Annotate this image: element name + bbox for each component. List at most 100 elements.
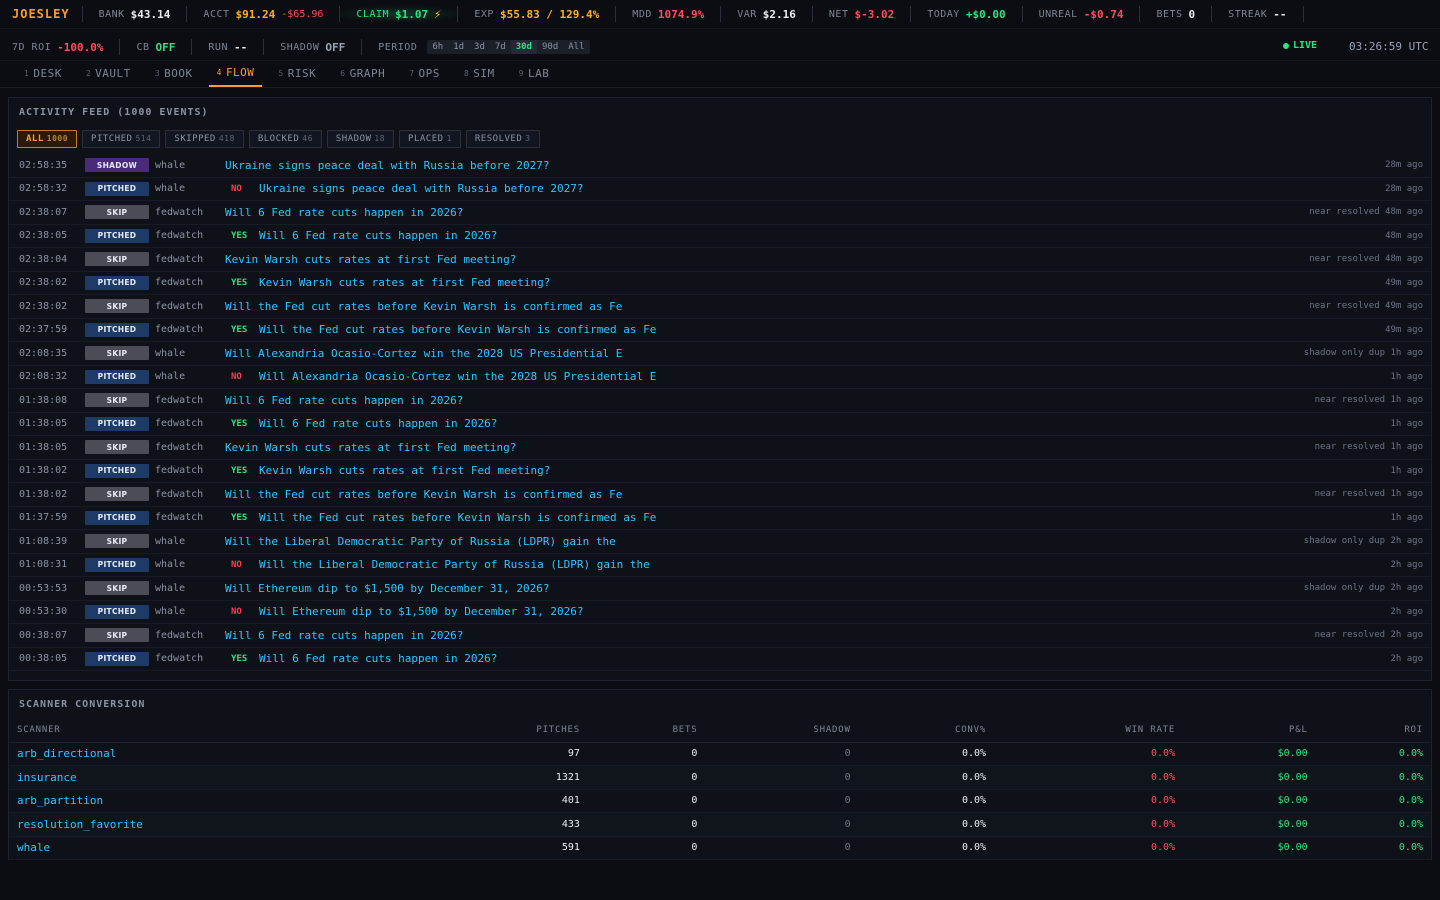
- period-1d-button[interactable]: 1d: [448, 40, 469, 54]
- event-market-link[interactable]: Will Alexandria Ocasio-Cortez win the 20…: [259, 370, 656, 383]
- stat-label: EXP: [474, 8, 494, 20]
- event-market-link[interactable]: Will Alexandria Ocasio-Cortez win the 20…: [225, 347, 622, 360]
- stat-unreal: UNREAL -$0.74: [1021, 6, 1140, 22]
- tab-desk[interactable]: 1 DESK: [16, 60, 70, 87]
- column-header[interactable]: PITCHES: [416, 718, 588, 743]
- event-market-link[interactable]: Will 6 Fed rate cuts happen in 2026?: [259, 652, 497, 665]
- filter-blocked-button[interactable]: BLOCKED 46: [248, 130, 322, 148]
- event-side: YES: [231, 465, 248, 476]
- event-market-link[interactable]: Will the Fed cut rates before Kevin Wars…: [259, 511, 656, 524]
- scanner-name[interactable]: arb_directional: [9, 742, 417, 766]
- event-row[interactable]: 02:38:05 PITCHED fedwatch YES Will 6 Fed rat…: [9, 225, 1431, 248]
- event-row[interactable]: 02:38:02 SKIP fedwatch Will the Fed cut rat…: [9, 295, 1431, 319]
- period-30d-button[interactable]: 30d: [510, 40, 537, 54]
- event-market-link[interactable]: Will the Fed cut rates before Kevin Wars…: [225, 488, 622, 501]
- column-header[interactable]: SCANNER: [9, 718, 417, 743]
- filter-all-button[interactable]: ALL 1000: [17, 130, 78, 148]
- scanner-name[interactable]: resolution_favorite: [9, 812, 417, 837]
- event-row[interactable]: 02:37:59 PITCHED fedwatch YES Will the Fed c…: [9, 319, 1431, 342]
- period-7d-button[interactable]: 7d: [490, 40, 511, 54]
- table-row[interactable]: whale 591 0 0 0.0% 0.0% $0.00 0.0%: [9, 836, 1431, 860]
- event-row[interactable]: 02:38:02 PITCHED fedwatch YES Kevin Warsh cu…: [9, 272, 1431, 295]
- event-row[interactable]: 00:53:30 PITCHED whale NO Will Ethereum dip …: [9, 601, 1431, 624]
- table-row[interactable]: arb_directional 97 0 0 0.0% 0.0% $0.00 0.0%: [9, 742, 1431, 766]
- event-market-link[interactable]: Ukraine signs peace deal with Russia bef…: [225, 159, 550, 172]
- event-row[interactable]: 01:08:39 SKIP whale Will the Liberal Democr…: [9, 530, 1431, 554]
- tab-sim[interactable]: 8 SIM: [456, 60, 503, 87]
- cb-stat[interactable]: CB OFF: [119, 39, 191, 55]
- event-status-badge: SKIP: [85, 628, 149, 643]
- event-market-link[interactable]: Will Ethereum dip to $1,500 by December …: [259, 605, 584, 618]
- period-90d-button[interactable]: 90d: [537, 40, 563, 54]
- shadow-stat[interactable]: SHADOW OFF: [263, 39, 361, 55]
- event-source: fedwatch: [155, 629, 204, 641]
- scanner-name[interactable]: whale: [9, 836, 417, 860]
- event-market-link[interactable]: Will the Liberal Democratic Party of Rus…: [225, 535, 616, 548]
- event-market-link[interactable]: Will 6 Fed rate cuts happen in 2026?: [259, 229, 497, 242]
- event-row[interactable]: 01:38:08 SKIP fedwatch Will 6 Fed rate cuts…: [9, 389, 1431, 413]
- column-header[interactable]: CONV%: [858, 718, 995, 743]
- event-row[interactable]: 01:38:02 PITCHED fedwatch YES Kevin Warsh cu…: [9, 460, 1431, 483]
- event-market-link[interactable]: Will 6 Fed rate cuts happen in 2026?: [225, 629, 463, 642]
- column-header[interactable]: BETS: [587, 718, 706, 743]
- event-row[interactable]: 00:38:07 SKIP fedwatch Will 6 Fed rate cuts…: [9, 624, 1431, 648]
- table-cell: 0.0%: [1315, 836, 1431, 860]
- event-row[interactable]: 02:08:35 SKIP whale Will Alexandria Ocasio-…: [9, 342, 1431, 366]
- tab-lab[interactable]: 9 LAB: [511, 60, 558, 87]
- event-row[interactable]: 02:58:35 SHADOW whale Ukraine signs peace d…: [9, 154, 1431, 178]
- tab-vault[interactable]: 2 VAULT: [78, 60, 139, 87]
- column-header[interactable]: P&L: [1183, 718, 1316, 743]
- event-market-link[interactable]: Will 6 Fed rate cuts happen in 2026?: [259, 417, 497, 430]
- event-row[interactable]: 02:58:32 PITCHED whale NO Ukraine signs peac…: [9, 178, 1431, 201]
- event-market-link[interactable]: Kevin Warsh cuts rates at first Fed meet…: [225, 253, 516, 266]
- event-row[interactable]: 01:38:02 SKIP fedwatch Will the Fed cut rat…: [9, 483, 1431, 507]
- filter-resolved-button[interactable]: RESOLVED 3: [465, 130, 540, 148]
- period-6h-button[interactable]: 6h: [427, 40, 448, 54]
- table-cell: 0.0%: [994, 836, 1184, 860]
- table-row[interactable]: arb_partition 401 0 0 0.0% 0.0% $0.00 0.0%: [9, 789, 1431, 813]
- scanner-name[interactable]: arb_partition: [9, 789, 417, 813]
- column-header[interactable]: ROI: [1315, 718, 1431, 743]
- event-market-link[interactable]: Will the Fed cut rates before Kevin Wars…: [259, 323, 656, 336]
- filter-skipped-button[interactable]: SKIPPED 418: [165, 130, 244, 148]
- event-market-link[interactable]: Will 6 Fed rate cuts happen in 2026?: [225, 206, 463, 219]
- event-market-link[interactable]: Kevin Warsh cuts rates at first Fed meet…: [259, 464, 550, 477]
- event-row[interactable]: 02:08:32 PITCHED whale NO Will Alexandria Oc…: [9, 366, 1431, 389]
- table-cell: 0: [705, 789, 859, 813]
- event-market-link[interactable]: Kevin Warsh cuts rates at first Fed meet…: [259, 276, 550, 289]
- period-all-button[interactable]: All: [563, 40, 589, 54]
- filter-shadow-button[interactable]: SHADOW 18: [326, 130, 395, 148]
- event-row[interactable]: 02:38:07 SKIP fedwatch Will 6 Fed rate cuts…: [9, 201, 1431, 225]
- event-market-link[interactable]: Ukraine signs peace deal with Russia bef…: [259, 182, 584, 195]
- column-header[interactable]: WIN RATE: [994, 718, 1184, 743]
- event-row[interactable]: 00:38:05 PITCHED fedwatch YES Will 6 Fed rat…: [9, 648, 1431, 671]
- event-row[interactable]: 02:38:04 SKIP fedwatch Kevin Warsh cuts rat…: [9, 248, 1431, 272]
- tab-risk[interactable]: 5 RISK: [270, 60, 324, 87]
- event-row[interactable]: 01:08:31 PITCHED whale NO Will the Liberal D…: [9, 554, 1431, 577]
- tab-graph[interactable]: 6 GRAPH: [332, 60, 393, 87]
- event-market-link[interactable]: Kevin Warsh cuts rates at first Fed meet…: [225, 441, 516, 454]
- filter-placed-button[interactable]: PLACED 1: [399, 130, 461, 148]
- event-row[interactable]: 01:37:59 PITCHED fedwatch YES Will the Fed c…: [9, 507, 1431, 530]
- tab-ops[interactable]: 7 OPS: [401, 60, 448, 87]
- event-market-link[interactable]: Will Ethereum dip to $1,500 by December …: [225, 582, 550, 595]
- event-row[interactable]: 01:38:05 PITCHED fedwatch YES Will 6 Fed rat…: [9, 413, 1431, 436]
- tab-hotkey: 9: [518, 69, 524, 78]
- cb-value[interactable]: OFF: [156, 41, 176, 54]
- table-row[interactable]: insurance 1321 0 0 0.0% 0.0% $0.00 0.0%: [9, 765, 1431, 790]
- event-status-badge: SKIP: [85, 346, 149, 361]
- event-market-link[interactable]: Will the Liberal Democratic Party of Rus…: [259, 558, 650, 571]
- lightning-icon[interactable]: ⚡: [434, 7, 441, 21]
- shadow-value[interactable]: OFF: [325, 41, 345, 54]
- period-3d-button[interactable]: 3d: [469, 40, 490, 54]
- event-market-link[interactable]: Will 6 Fed rate cuts happen in 2026?: [225, 394, 463, 407]
- event-row[interactable]: 01:38:05 SKIP fedwatch Kevin Warsh cuts rat…: [9, 436, 1431, 460]
- event-market-link[interactable]: Will the Fed cut rates before Kevin Wars…: [225, 300, 622, 313]
- tab-book[interactable]: 3 BOOK: [147, 60, 201, 87]
- column-header[interactable]: SHADOW: [705, 718, 859, 743]
- scanner-name[interactable]: insurance: [9, 765, 417, 790]
- event-row[interactable]: 00:53:53 SKIP whale Will Ethereum dip to $1…: [9, 577, 1431, 601]
- tab-flow[interactable]: 4 FLOW: [208, 60, 263, 87]
- filter-pitched-button[interactable]: PITCHED 514: [82, 130, 161, 148]
- table-row[interactable]: resolution_favorite 433 0 0 0.0% 0.0% $0.00 0.0…: [9, 812, 1431, 837]
